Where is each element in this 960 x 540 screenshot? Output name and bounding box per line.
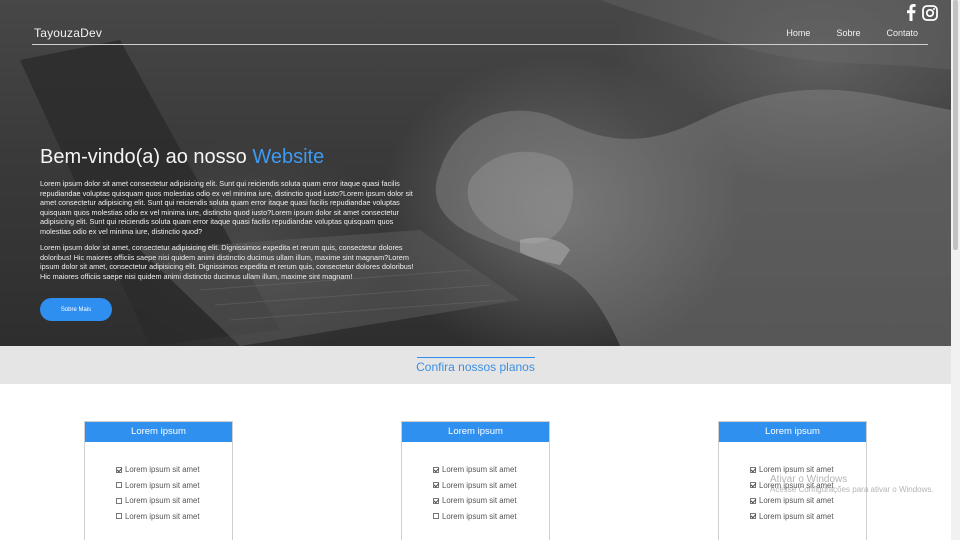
plan-feature-label: Lorem ipsum sit amet [442,511,517,521]
plan-card: Lorem ipsum Lorem ipsum sit amet Lorem i… [84,421,233,540]
hero-title-plain: Bem-vindo(a) ao nosso [40,146,253,168]
hero-background-image [20,0,951,346]
nav-sobre-link[interactable]: Sobre [836,28,860,38]
plan-feature-label: Lorem ipsum sit amet [759,465,834,475]
checkbox-icon [116,497,122,504]
checkbox-icon [433,497,439,504]
plan-feature-label: Lorem ipsum sit amet [125,496,200,506]
plan-feature-label: Lorem ipsum sit amet [442,496,517,506]
watermark-subtitle: Acesse Configurações para ativar o Windo… [770,485,934,494]
checkbox-icon [116,482,122,489]
hero-paragraph-2: Lorem ipsum dolor sit amet, consectetur … [40,243,414,281]
checkbox-icon [116,466,122,473]
hero-title-accent: Website [252,146,325,168]
hero-paragraph-1: Lorem ipsum dolor sit amet consectetur a… [40,179,413,236]
plan-feature-label: Lorem ipsum sit amet [125,465,200,475]
checkbox-icon [750,482,756,489]
plan-feature-item: Lorem ipsum sit amet [433,478,549,494]
facebook-icon[interactable] [906,4,916,21]
checkbox-icon [750,466,756,473]
scrollbar-thumb[interactable] [953,0,958,250]
plan-card: Lorem ipsum Lorem ipsum sit amet Lorem i… [401,421,550,540]
hero-title: Bem-vindo(a) ao nosso Website [40,146,324,169]
plan-card-title: Lorem ipsum [85,422,232,442]
plans-heading-underline [417,357,535,358]
plan-feature-label: Lorem ipsum sit amet [759,511,834,521]
plan-card-title: Lorem ipsum [402,422,549,442]
main-nav: Home Sobre Contato [786,28,918,38]
plan-feature-item: Lorem ipsum sit amet [116,493,232,509]
plan-feature-list: Lorem ipsum sit amet Lorem ipsum sit ame… [402,462,549,524]
plan-feature-item: Lorem ipsum sit amet [433,493,549,509]
plan-feature-label: Lorem ipsum sit amet [125,480,200,490]
plan-feature-label: Lorem ipsum sit amet [442,480,517,490]
plan-feature-item: Lorem ipsum sit amet [116,478,232,494]
plans-heading: Confira nossos planos [416,360,535,374]
sobre-mais-button[interactable]: Sobre Mais [40,298,112,321]
nav-contato-link[interactable]: Contato [886,28,918,38]
checkbox-icon [116,513,122,520]
plan-feature-item: Lorem ipsum sit amet [750,509,866,525]
windows-activation-watermark: Ativar o Windows Acesse Configurações pa… [770,475,934,495]
instagram-icon[interactable] [922,4,938,21]
plan-feature-label: Lorem ipsum sit amet [442,465,517,475]
checkbox-icon [750,497,756,504]
plan-feature-item: Lorem ipsum sit amet [433,462,549,478]
checkbox-icon [433,466,439,473]
brand-logo[interactable]: TayouzaDev [34,26,102,40]
plan-feature-label: Lorem ipsum sit amet [759,496,834,506]
watermark-title: Ativar o Windows [770,474,848,485]
header-divider [32,44,928,45]
plan-feature-item: Lorem ipsum sit amet [433,509,549,525]
plan-feature-item: Lorem ipsum sit amet [116,462,232,478]
checkbox-icon [750,513,756,520]
hero-section: TayouzaDev Home Sobre Contato Bem-vindo(… [0,0,951,346]
plan-feature-label: Lorem ipsum sit amet [125,511,200,521]
checkbox-icon [433,482,439,489]
checkbox-icon [433,513,439,520]
plan-card-title: Lorem ipsum [719,422,866,442]
plan-feature-list: Lorem ipsum sit amet Lorem ipsum sit ame… [85,462,232,524]
nav-home-link[interactable]: Home [786,28,810,38]
social-links [906,4,938,21]
plan-feature-item: Lorem ipsum sit amet [116,509,232,525]
plan-feature-item: Lorem ipsum sit amet [750,493,866,509]
